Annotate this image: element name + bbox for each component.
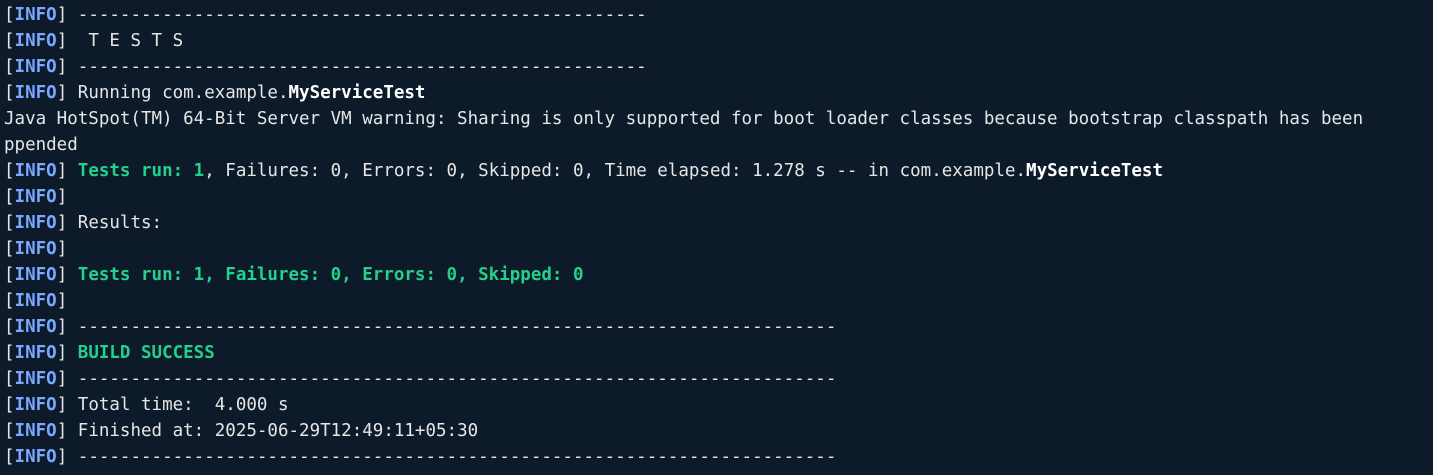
log-bracket-close: ] [56,421,78,441]
log-text: Running com.example. [77,83,289,103]
log-level-tag: INFO [14,57,57,77]
log-bracket-close: ] [56,369,78,389]
log-bracket-close: ] [56,83,78,103]
log-bracket-close: ] [56,5,78,25]
log-bracket-open: [ [4,5,15,25]
terminal-line: [INFO] ---------------------------------… [4,444,1433,470]
log-text: ppended [4,135,78,155]
log-level-tag: INFO [14,343,57,363]
terminal-line: [INFO] [4,184,1433,210]
terminal-line: [INFO] ---------------------------------… [4,54,1433,80]
terminal-line: [INFO] BUILD SUCCESS [4,340,1433,366]
terminal-line: [INFO] Tests run: 1, Failures: 0, Errors… [4,262,1433,288]
log-level-tag: INFO [14,291,57,311]
log-text: ----------------------------------------… [77,447,837,467]
log-bracket-open: [ [4,161,15,181]
log-text: ----------------------------------------… [77,317,837,337]
log-text: , Failures: 0, Errors: 0, Skipped: 0, Ti… [204,161,1027,181]
terminal-line: ppended [4,132,1433,158]
terminal-line: [INFO] ---------------------------------… [4,366,1433,392]
log-bracket-open: [ [4,369,15,389]
log-bracket-open: [ [4,83,15,103]
log-bracket-open: [ [4,187,15,207]
log-level-tag: INFO [14,317,57,337]
terminal-line: [INFO] Running com.example.MyServiceTest [4,80,1433,106]
log-bracket-close: ] [56,343,78,363]
log-level-tag: INFO [14,31,57,51]
log-bracket-close: ] [56,213,78,233]
log-text: BUILD SUCCESS [77,343,215,363]
log-bracket-close: ] [56,317,78,337]
log-level-tag: INFO [14,213,57,233]
terminal-line: [INFO] Finished at: 2025-06-29T12:49:11+… [4,418,1433,444]
terminal-line: [INFO] Total time: 4.000 s [4,392,1433,418]
log-text: ----------------------------------------… [77,369,837,389]
terminal-line: [INFO] T E S T S [4,28,1433,54]
log-text: ----------------------------------------… [77,5,647,25]
log-level-tag: INFO [14,83,57,103]
log-bracket-close: ] [56,161,78,181]
log-text: ----------------------------------------… [77,57,647,77]
log-text: Results: [77,213,163,233]
log-bracket-open: [ [4,265,15,285]
log-bracket-open: [ [4,31,15,51]
log-bracket-close: ] [56,31,78,51]
log-bracket-open: [ [4,395,15,415]
terminal-output[interactable]: [INFO] ---------------------------------… [0,0,1433,475]
log-bracket-close: ] [56,291,78,311]
log-bracket-close: ] [56,395,78,415]
log-bracket-close: ] [56,447,78,467]
log-level-tag: INFO [14,187,57,207]
log-text: MyServiceTest [1026,161,1163,181]
log-level-tag: INFO [14,369,57,389]
log-level-tag: INFO [14,239,57,259]
log-bracket-close: ] [56,265,78,285]
log-level-tag: INFO [14,447,57,467]
terminal-line: [INFO] [4,288,1433,314]
log-level-tag: INFO [14,421,57,441]
log-bracket-open: [ [4,421,15,441]
log-bracket-open: [ [4,447,15,467]
log-bracket-open: [ [4,213,15,233]
log-text: MyServiceTest [288,83,426,103]
log-bracket-open: [ [4,317,15,337]
terminal-line: [INFO] ---------------------------------… [4,2,1433,28]
terminal-line: [INFO] [4,236,1433,262]
log-text: Finished at: 2025-06-29T12:49:11+05:30 [77,421,479,441]
log-bracket-open: [ [4,239,15,259]
log-bracket-close: ] [56,239,78,259]
log-bracket-close: ] [56,57,78,77]
log-bracket-open: [ [4,291,15,311]
terminal-line: [INFO] Tests run: 1, Failures: 0, Errors… [4,158,1433,184]
log-level-tag: INFO [14,5,57,25]
terminal-line: [INFO] ---------------------------------… [4,314,1433,340]
log-text: Total time: 4.000 s [77,395,289,415]
terminal-line: [INFO] Results: [4,210,1433,236]
log-text: T E S T S [77,31,184,51]
log-text: Tests run: 1 [77,161,205,181]
log-level-tag: INFO [14,161,57,181]
log-bracket-close: ] [56,187,78,207]
log-bracket-open: [ [4,343,15,363]
log-text: Tests run: 1, Failures: 0, Errors: 0, Sk… [77,265,584,285]
log-level-tag: INFO [14,395,57,415]
terminal-line: Java HotSpot(TM) 64-Bit Server VM warnin… [4,106,1433,132]
log-level-tag: INFO [14,265,57,285]
log-text: Java HotSpot(TM) 64-Bit Server VM warnin… [4,109,1364,129]
log-bracket-open: [ [4,57,15,77]
